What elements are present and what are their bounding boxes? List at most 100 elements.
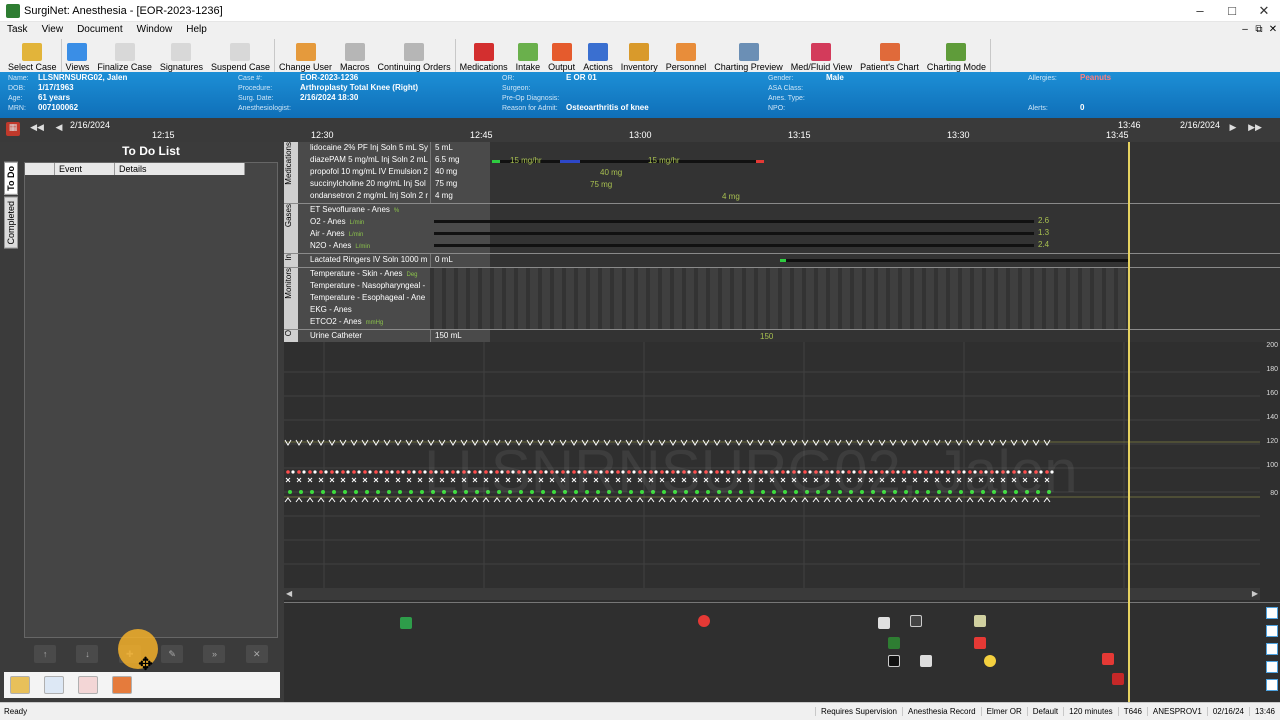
mdi-restore-icon[interactable]: ⧉: [1252, 24, 1266, 35]
vitals-graph[interactable]: LLSNRNSURG02, Jalen 200 180 160 140 120 100 80: [284, 342, 1280, 600]
menu-document[interactable]: Document: [70, 24, 130, 35]
finalize-case-button[interactable]: Finalize Case: [93, 39, 156, 72]
alarm-clock-icon[interactable]: [78, 676, 98, 694]
chart-row-label[interactable]: propofol 10 mg/mL IV Emulsion 2: [298, 166, 430, 178]
chart-row-label[interactable]: Lactated Ringers IV Soln 1000 m: [298, 254, 430, 266]
tab-to-do[interactable]: To Do: [4, 162, 18, 195]
document-icon[interactable]: [44, 676, 64, 694]
charting-preview-button[interactable]: Charting Preview: [710, 39, 787, 72]
gas-bar[interactable]: [434, 232, 1034, 235]
event-alert-icon[interactable]: [1102, 653, 1114, 665]
close-icon[interactable]: ✕: [1248, 3, 1280, 19]
chart-row-label[interactable]: EKG - Anes: [298, 304, 430, 316]
chart-row-label[interactable]: Temperature - Esophageal - Ane: [298, 292, 430, 304]
side-button-3-icon[interactable]: [1266, 643, 1278, 655]
maximize-icon[interactable]: □: [1216, 3, 1248, 19]
event-monitor-icon[interactable]: [400, 617, 412, 629]
continuing-orders-button[interactable]: Continuing Orders: [374, 39, 456, 72]
med-fluid-view-button[interactable]: Med/Fluid View: [787, 39, 856, 72]
med-event-label[interactable]: 40 mg: [600, 168, 622, 177]
intake-grid[interactable]: [490, 254, 1280, 267]
inventory-button[interactable]: Inventory: [617, 39, 662, 72]
calendar-icon[interactable]: ▦: [6, 122, 20, 136]
chart-row-label[interactable]: diazePAM 5 mg/mL Inj Soln 2 mL: [298, 154, 430, 166]
macros-button[interactable]: Macros: [336, 39, 374, 72]
patient-s-chart-button[interactable]: Patient's Chart: [856, 39, 923, 72]
chart-row-label[interactable]: ETCO2 - Anes mmHg: [298, 316, 430, 328]
prev-page-icon[interactable]: ◀: [52, 122, 66, 136]
first-page-icon[interactable]: ◀◀: [30, 122, 44, 136]
chart-row-label[interactable]: Temperature - Nasopharyngeal -: [298, 280, 430, 292]
next-page-icon[interactable]: ▶: [1226, 122, 1240, 136]
todo-col-details[interactable]: Details: [115, 163, 245, 175]
last-page-icon[interactable]: ▶▶: [1248, 122, 1262, 136]
event-stop-icon[interactable]: [1112, 673, 1124, 685]
event-bed-icon[interactable]: [878, 617, 890, 629]
menu-view[interactable]: View: [35, 24, 71, 35]
tab-completed[interactable]: Completed: [4, 196, 18, 249]
intake-button[interactable]: Intake: [512, 39, 545, 72]
todo-col-event[interactable]: Event: [55, 163, 115, 175]
gas-bar[interactable]: [434, 244, 1034, 247]
traffic-light-icon[interactable]: [888, 637, 900, 649]
chart-row-label[interactable]: lidocaine 2% PF Inj Soln 5 mL Sy: [298, 142, 430, 154]
heart-icon[interactable]: [698, 615, 710, 627]
menu-window[interactable]: Window: [130, 24, 180, 35]
todo-list[interactable]: Event Details: [24, 162, 278, 638]
gas-bar[interactable]: [434, 220, 1034, 223]
med-event-label[interactable]: 15 mg/hr: [648, 156, 680, 165]
forward-button[interactable]: »: [203, 645, 226, 663]
suspend-case-button[interactable]: Suspend Case: [207, 39, 275, 72]
event-clock-icon[interactable]: [910, 615, 922, 627]
scroll-left-icon[interactable]: ◀: [286, 589, 292, 598]
medications-tab[interactable]: Medications: [284, 142, 298, 203]
personnel-button[interactable]: Personnel: [662, 39, 711, 72]
edit-button[interactable]: ✎: [161, 645, 184, 663]
signatures-button[interactable]: Signatures: [156, 39, 207, 72]
med-event-label[interactable]: 4 mg: [722, 192, 740, 201]
output-event-label[interactable]: 150: [760, 332, 773, 341]
event-hand-icon[interactable]: [974, 637, 986, 649]
move-down-button[interactable]: ↓: [76, 645, 99, 663]
move-up-button[interactable]: ↑: [34, 645, 57, 663]
monitors-grid[interactable]: [434, 268, 1128, 329]
menu-task[interactable]: Task: [0, 24, 35, 35]
chart-row-label[interactable]: Urine Catheter: [298, 330, 430, 342]
gases-grid[interactable]: 2.6 1.3 2.4: [434, 204, 1280, 253]
med-event-label[interactable]: 75 mg: [590, 180, 612, 189]
chart-row-label[interactable]: ondansetron 2 mg/mL Inj Soln 2 r: [298, 190, 430, 202]
fluid-bar[interactable]: [780, 259, 1130, 262]
charting-mode-button[interactable]: Charting Mode: [923, 39, 991, 72]
minimize-icon[interactable]: –: [1184, 3, 1216, 19]
med-event-label[interactable]: 15 mg/hr: [510, 156, 542, 165]
monitors-tab[interactable]: Monitors: [284, 268, 298, 329]
side-button-4-icon[interactable]: [1266, 661, 1278, 673]
clipboard-icon[interactable]: [10, 676, 30, 694]
event-mask-icon[interactable]: [974, 615, 986, 627]
alert-document-icon[interactable]: [112, 676, 132, 694]
events-panel[interactable]: [284, 602, 1280, 702]
smiley-icon[interactable]: [984, 655, 996, 667]
intake-tab[interactable]: In: [284, 254, 298, 267]
mdi-minimize-icon[interactable]: –: [1238, 24, 1252, 35]
delete-button[interactable]: ✕: [245, 645, 268, 663]
views-button[interactable]: Views: [62, 39, 94, 72]
chart-row-label[interactable]: succinylcholine 20 mg/mL Inj Sol: [298, 178, 430, 190]
medications-grid[interactable]: 15 mg/hr 15 mg/hr 40 mg 75 mg 4 mg: [490, 142, 1280, 203]
side-button-2-icon[interactable]: [1266, 625, 1278, 637]
iv-icon[interactable]: [888, 655, 900, 667]
side-button-5-icon[interactable]: [1266, 679, 1278, 691]
scroll-right-icon[interactable]: ▶: [1252, 589, 1258, 598]
menu-help[interactable]: Help: [179, 24, 214, 35]
horizontal-scrollbar[interactable]: ◀ ▶: [284, 588, 1260, 600]
mdi-close-icon[interactable]: ✕: [1266, 24, 1280, 35]
medications-button[interactable]: Medications: [456, 39, 512, 72]
output-button[interactable]: Output: [544, 39, 579, 72]
chart-row-label[interactable]: Temperature - Skin - Anes Deg: [298, 268, 430, 280]
event-patient-icon[interactable]: [920, 655, 932, 667]
gases-tab[interactable]: Gases: [284, 204, 298, 253]
actions-button[interactable]: Actions: [579, 39, 617, 72]
side-button-1-icon[interactable]: [1266, 607, 1278, 619]
select-case-button[interactable]: Select Case: [4, 39, 62, 72]
change-user-button[interactable]: Change User: [275, 39, 336, 72]
